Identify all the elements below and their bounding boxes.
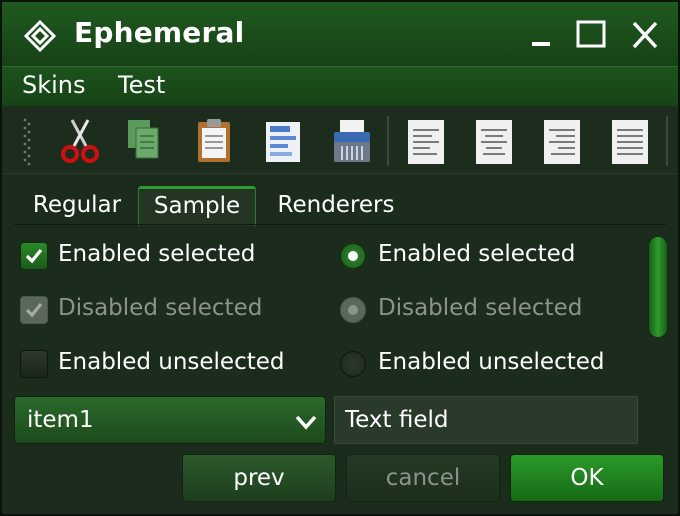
menu-skins[interactable]: Skins [22, 71, 86, 99]
checkbox-label: Disabled selected [58, 295, 263, 321]
radio-selected-icon [340, 297, 366, 323]
cancel-button: cancel [346, 454, 500, 502]
cut-icon[interactable] [58, 116, 102, 166]
menu-bar: Skins Test [2, 66, 678, 106]
combo-value: item1 [27, 407, 94, 433]
window-title: Ephemeral [74, 16, 245, 49]
radio-label: Enabled selected [378, 241, 576, 267]
title-bar[interactable]: Ephemeral [2, 2, 678, 68]
checkbox-label: Enabled selected [58, 241, 256, 267]
tab-renderers[interactable]: Renderers [260, 186, 412, 226]
properties-icon[interactable] [262, 116, 306, 166]
align-center-icon[interactable] [472, 116, 516, 166]
align-left-icon[interactable] [404, 116, 448, 166]
tab-divider [14, 224, 666, 225]
toolbar-separator [666, 116, 668, 166]
paste-icon[interactable] [192, 116, 236, 166]
radio-enabled-selected[interactable]: Enabled selected [340, 240, 630, 272]
copy-icon[interactable] [124, 116, 168, 166]
checkbox-checked-icon[interactable] [20, 242, 48, 270]
text-field-input[interactable] [335, 397, 637, 443]
toolbar-grip-icon[interactable] [22, 116, 32, 168]
menu-test[interactable]: Test [118, 71, 165, 99]
toolbar-separator [387, 116, 389, 166]
checkbox-checked-icon [20, 296, 48, 324]
app-diamond-icon [23, 19, 57, 53]
radio-selected-icon[interactable] [340, 243, 366, 269]
shredder-icon[interactable] [330, 116, 374, 166]
chevron-down-icon[interactable] [295, 411, 317, 433]
toolbar [2, 106, 678, 174]
radio-label: Enabled unselected [378, 349, 605, 375]
align-right-icon[interactable] [540, 116, 584, 166]
checkbox-label: Enabled unselected [58, 349, 285, 375]
radio-disabled-selected: Disabled selected [340, 294, 630, 326]
maximize-icon[interactable] [574, 18, 608, 52]
tab-sample[interactable]: Sample [138, 186, 256, 226]
radio-enabled-unselected[interactable]: Enabled unselected [340, 348, 630, 380]
item-combo-box[interactable]: item1 [14, 396, 326, 444]
radio-unselected-icon[interactable] [340, 351, 366, 377]
minimize-icon[interactable] [526, 18, 560, 52]
prev-button[interactable]: prev [182, 454, 336, 502]
align-justify-icon[interactable] [608, 116, 652, 166]
vertical-scrollbar[interactable] [648, 236, 668, 338]
radio-label: Disabled selected [378, 295, 583, 321]
tab-regular[interactable]: Regular [16, 186, 138, 226]
app-window: Ephemeral Skins Test Regular Sample Rend… [0, 0, 680, 516]
checkbox-enabled-selected[interactable]: Enabled selected [20, 240, 310, 272]
ok-button[interactable]: OK [510, 454, 664, 502]
checkbox-unchecked-icon[interactable] [20, 350, 48, 378]
close-icon[interactable] [628, 18, 662, 52]
checkbox-disabled-selected: Disabled selected [20, 294, 310, 326]
text-field[interactable] [334, 396, 638, 444]
checkbox-enabled-unselected[interactable]: Enabled unselected [20, 348, 310, 380]
